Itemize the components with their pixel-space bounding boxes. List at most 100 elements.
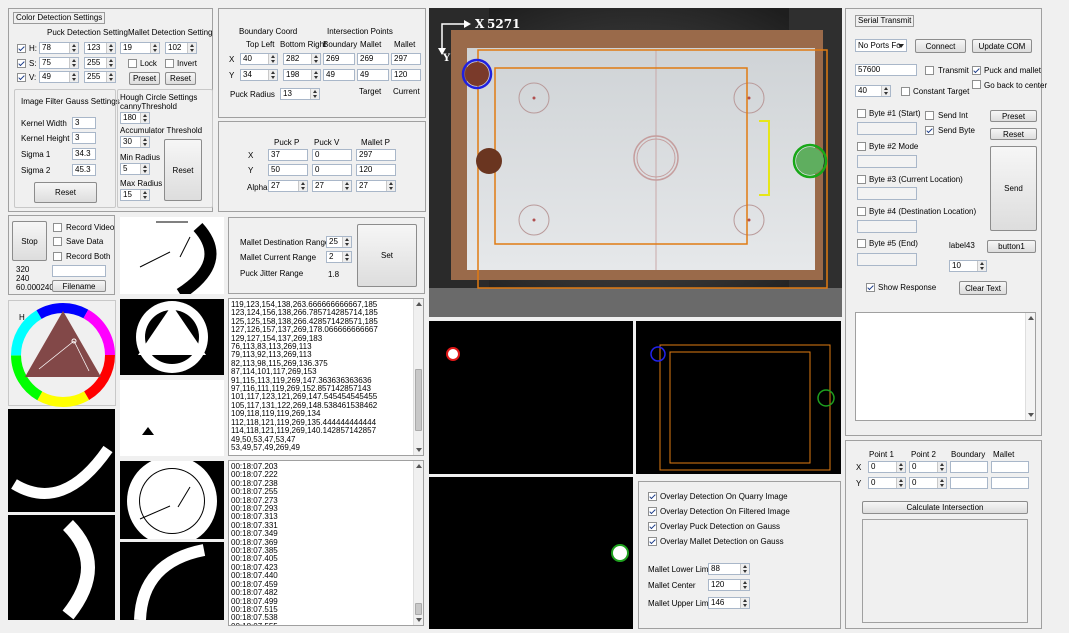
serial-reset-button[interactable]: Reset <box>990 128 1037 140</box>
y-mallet2-field[interactable]: 120 <box>391 69 421 81</box>
s-puck-max-spinner[interactable]: 255 <box>84 57 116 69</box>
boundary-y-field[interactable] <box>950 477 988 489</box>
sigma2-input[interactable]: 45.3 <box>72 164 96 176</box>
mallet-current-range-spinner[interactable]: 2 <box>326 251 352 263</box>
byte3-checkbox[interactable] <box>857 175 866 184</box>
transmit-checkbox[interactable] <box>925 66 934 75</box>
kernel-width-input[interactable]: 3 <box>72 117 96 129</box>
calculate-intersection-button[interactable]: Calculate Intersection <box>862 501 1028 514</box>
lock-checkbox[interactable] <box>128 59 137 68</box>
go-back-checkbox[interactable] <box>972 80 981 89</box>
mallet-dest-range-spinner[interactable]: 25 <box>326 236 352 248</box>
y-top-left-spinner[interactable]: 34 <box>240 69 278 81</box>
puck-mallet-checkbox[interactable] <box>972 66 981 75</box>
h-mallet-max-spinner[interactable]: 102 <box>165 42 197 54</box>
mallet-center-spinner[interactable]: 120 <box>708 579 750 591</box>
point1-x-spinner[interactable]: 0 <box>868 461 906 473</box>
x-top-left-spinner[interactable]: 40 <box>240 53 278 65</box>
filename-input[interactable] <box>52 265 106 277</box>
v-puck-max-spinner[interactable]: 255 <box>84 71 116 83</box>
hough-reset-button[interactable]: Reset <box>164 139 202 201</box>
overlay-filtered-checkbox[interactable] <box>648 507 657 516</box>
response-scrollbar[interactable] <box>1025 313 1035 420</box>
x-mallet-field[interactable]: 269 <box>357 53 389 65</box>
y-bottom-right-spinner[interactable]: 198 <box>283 69 321 81</box>
baud-input[interactable]: 57600 <box>855 64 917 76</box>
overlay-mallet-gauss-checkbox[interactable] <box>648 537 657 546</box>
x-puck-p-field[interactable]: 37 <box>268 149 308 161</box>
port-dropdown[interactable]: No Ports Fo <box>855 39 907 52</box>
time-listbox[interactable]: 00:18:07.203 00:18:07.222 00:18:07.238 00:1… <box>228 460 424 626</box>
y-puck-p-field[interactable]: 50 <box>268 164 308 176</box>
mallet-upper-limit-spinner[interactable]: 146 <box>708 597 750 609</box>
h-checkbox[interactable] <box>17 44 26 53</box>
byte3-input[interactable] <box>857 187 917 200</box>
filename-button[interactable]: Filename <box>52 280 106 292</box>
v-checkbox[interactable] <box>17 73 26 82</box>
byte5-checkbox[interactable] <box>857 239 866 248</box>
camera-view[interactable]: X 5271 Y <box>429 8 842 317</box>
mallet-x-field[interactable] <box>991 461 1029 473</box>
puck-radius-spinner[interactable]: 13 <box>280 88 320 100</box>
mallet-y-field[interactable] <box>991 477 1029 489</box>
record-video-checkbox[interactable] <box>53 223 62 232</box>
record-both-checkbox[interactable] <box>53 252 62 261</box>
point2-x-spinner[interactable]: 0 <box>909 461 947 473</box>
data-listbox[interactable]: 119,123,154,138,263.666666666667,185 123,… <box>228 298 424 456</box>
min-radius-spinner[interactable]: 5 <box>120 163 150 175</box>
y-boundary-field[interactable]: 49 <box>323 69 355 81</box>
sigma1-input[interactable]: 34.3 <box>72 148 96 160</box>
h-puck-max-spinner[interactable]: 123 <box>84 42 116 54</box>
byte1-input[interactable] <box>857 122 917 135</box>
mallet-lower-limit-spinner[interactable]: 88 <box>708 563 750 575</box>
h-mallet-min-spinner[interactable]: 19 <box>120 42 160 54</box>
clear-text-button[interactable]: Clear Text <box>959 281 1007 295</box>
alpha-mallet-p-spinner[interactable]: 27 <box>356 180 396 192</box>
send-byte-checkbox[interactable] <box>925 126 934 135</box>
overlay-quarry-checkbox[interactable] <box>648 492 657 501</box>
alpha-puck-p-spinner[interactable]: 27 <box>268 180 308 192</box>
constant-target-checkbox[interactable] <box>901 87 910 96</box>
send-int-checkbox[interactable] <box>925 111 934 120</box>
hsv-color-wheel[interactable]: H <box>8 300 116 407</box>
button1[interactable]: button1 <box>987 240 1036 253</box>
max-radius-spinner[interactable]: 15 <box>120 189 150 201</box>
value10-spinner[interactable]: 10 <box>949 260 987 272</box>
canny-spinner[interactable]: 180 <box>120 112 150 124</box>
byte4-input[interactable] <box>857 220 917 233</box>
y-puck-v-field[interactable]: 0 <box>312 164 352 176</box>
time-list-item[interactable]: 00:18:07.555 <box>229 622 423 625</box>
y-mallet-field[interactable]: 49 <box>357 69 389 81</box>
overlay-puck-gauss-checkbox[interactable] <box>648 522 657 531</box>
point2-y-spinner[interactable]: 0 <box>909 477 947 489</box>
boundary-x-field[interactable] <box>950 461 988 473</box>
byte5-input[interactable] <box>857 253 917 266</box>
serial-preset-button[interactable]: Preset <box>990 110 1037 122</box>
color-reset-button[interactable]: Reset <box>165 72 196 85</box>
gauss-reset-button[interactable]: Reset <box>34 182 97 203</box>
time-scrollbar[interactable] <box>413 461 423 625</box>
value40-spinner[interactable]: 40 <box>855 85 891 97</box>
x-mallet2-field[interactable]: 297 <box>391 53 421 65</box>
byte4-checkbox[interactable] <box>857 207 866 216</box>
show-response-checkbox[interactable] <box>866 283 875 292</box>
save-data-checkbox[interactable] <box>53 237 62 246</box>
set-button[interactable]: Set <box>357 224 417 287</box>
x-puck-v-field[interactable]: 0 <box>312 149 352 161</box>
kernel-height-input[interactable]: 3 <box>72 132 96 144</box>
h-puck-min-spinner[interactable]: 78 <box>39 42 79 54</box>
invert-checkbox[interactable] <box>165 59 174 68</box>
x-bottom-right-spinner[interactable]: 282 <box>283 53 321 65</box>
stop-button[interactable]: Stop <box>12 221 47 261</box>
v-puck-min-spinner[interactable]: 49 <box>39 71 79 83</box>
y-mallet-p-field[interactable]: 120 <box>356 164 396 176</box>
send-button[interactable]: Send <box>990 146 1037 231</box>
byte1-checkbox[interactable] <box>857 109 866 118</box>
data-list-item[interactable]: 53,49,57,49,269,49 <box>229 443 423 452</box>
data-scrollbar[interactable] <box>413 299 423 455</box>
s-puck-min-spinner[interactable]: 75 <box>39 57 79 69</box>
s-checkbox[interactable] <box>17 59 26 68</box>
x-boundary-field[interactable]: 269 <box>323 53 355 65</box>
intersection-output-box[interactable] <box>862 519 1028 623</box>
point1-y-spinner[interactable]: 0 <box>868 477 906 489</box>
